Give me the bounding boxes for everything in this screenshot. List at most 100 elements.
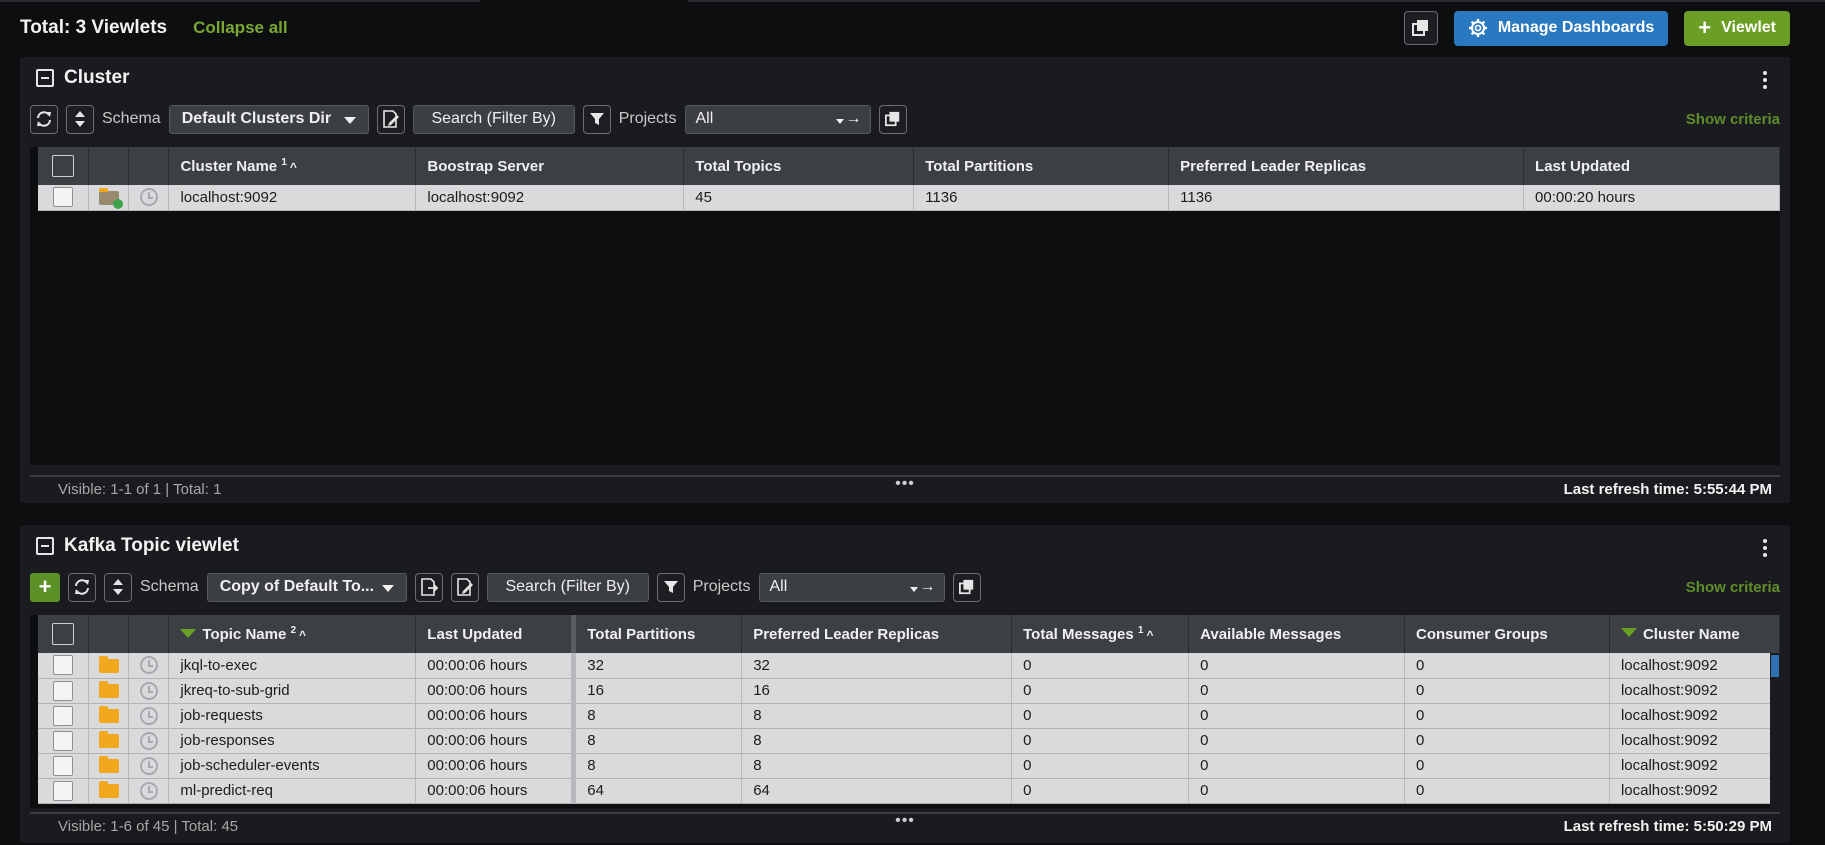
last-refresh-time: Last refresh time: 5:50:29 PM: [1563, 817, 1772, 835]
edit-schema-button[interactable]: [450, 572, 479, 602]
cell-last-updated: 00:00:06 hours: [415, 703, 577, 729]
filter-button[interactable]: [656, 572, 685, 602]
clock-icon: [128, 703, 170, 729]
column-header-preferred-leader-replicas[interactable]: Preferred Leader Replicas: [741, 615, 1013, 653]
schema-select[interactable]: Default Clusters Dir: [168, 104, 369, 134]
row-checkbox[interactable]: [38, 728, 90, 754]
column-header-cluster-name[interactable]: Cluster Name 1 ^: [168, 147, 417, 185]
column-header-cluster-name[interactable]: Cluster Name: [1609, 615, 1780, 653]
more-icon[interactable]: •••: [895, 812, 915, 830]
select-all-checkbox[interactable]: [38, 147, 90, 185]
select-all-checkbox[interactable]: [38, 615, 90, 653]
cell-total-partitions: 8: [573, 703, 743, 729]
copy-viewlet-button[interactable]: [952, 572, 981, 602]
column-header-available-messages[interactable]: Available Messages: [1188, 615, 1406, 653]
column-header-last-updated[interactable]: Last Updated: [415, 615, 577, 653]
cell-cluster-name: localhost:9092: [1609, 703, 1780, 729]
table-row[interactable]: job-responses 00:00:06 hours 8 8 0 0 0 localhos…: [38, 728, 1780, 754]
table-row[interactable]: ml-predict-req 00:00:06 hours 64 64 0 0 0 local…: [38, 778, 1780, 804]
cell-available-messages: 0: [1188, 678, 1406, 704]
cluster-panel-header: Cluster: [36, 67, 129, 89]
search-filter-input[interactable]: Search (Filter By): [486, 572, 649, 602]
column-header-bootstrap-server[interactable]: Boostrap Server: [415, 147, 685, 185]
column-header-topic-name[interactable]: Topic Name 2 ^: [168, 615, 417, 653]
search-filter-input[interactable]: Search (Filter By): [412, 104, 575, 134]
export-button[interactable]: [414, 572, 443, 602]
row-checkbox[interactable]: [38, 653, 90, 679]
panel-menu-icon[interactable]: [1762, 71, 1768, 89]
table-row[interactable]: job-scheduler-events 00:00:06 hours 8 8 0 0 0 l…: [38, 753, 1780, 779]
chevron-down-icon: [343, 116, 356, 124]
show-criteria-link[interactable]: Show criteria: [1686, 579, 1780, 596]
edit-schema-button[interactable]: [376, 104, 405, 134]
refresh-icon: [37, 111, 51, 127]
table-row[interactable]: localhost:9092 localhost:9092 45 1136 11…: [38, 185, 1780, 211]
topic-grid: Topic Name 2 ^ Last Updated Total Partiti…: [30, 615, 1780, 808]
row-checkbox[interactable]: [38, 185, 90, 211]
sort-button[interactable]: [66, 104, 94, 134]
more-icon[interactable]: •••: [895, 475, 915, 493]
projects-value: All: [695, 110, 714, 127]
collapse-panel-icon[interactable]: [36, 69, 54, 87]
cell-total-partitions: 8: [573, 728, 743, 754]
topic-table: Topic Name 2 ^ Last Updated Total Partiti…: [38, 615, 1780, 804]
filter-icon: [663, 581, 678, 593]
refresh-button[interactable]: [30, 104, 58, 134]
folder-icon: [88, 678, 130, 704]
collapse-all-link[interactable]: Collapse all: [193, 18, 287, 38]
clock-column-header: [128, 147, 170, 185]
column-header-total-topics[interactable]: Total Topics: [683, 147, 915, 185]
projects-select[interactable]: All →: [684, 104, 871, 134]
cell-total-partitions: 8: [573, 753, 743, 779]
chevron-down-icon: [909, 586, 918, 592]
cell-preferred-leader-replicas: 64: [741, 778, 1013, 804]
arrow-right-icon[interactable]: →: [846, 110, 862, 128]
projects-label: Projects: [618, 110, 677, 127]
panel-menu-icon[interactable]: [1762, 539, 1768, 557]
row-checkbox[interactable]: [38, 678, 90, 704]
column-header-last-updated[interactable]: Last Updated: [1523, 147, 1780, 185]
cell-available-messages: 0: [1188, 703, 1406, 729]
column-header-total-partitions[interactable]: Total Partitions: [913, 147, 1170, 185]
column-header-total-messages[interactable]: Total Messages 1 ^: [1011, 615, 1190, 653]
table-row[interactable]: job-requests 00:00:06 hours 8 8 0 0 0 localhost…: [38, 703, 1780, 729]
column-header-total-partitions[interactable]: Total Partitions: [573, 615, 743, 653]
add-topic-button[interactable]: +: [30, 572, 60, 602]
row-checkbox[interactable]: [38, 778, 90, 804]
cell-last-updated: 00:00:06 hours: [415, 728, 577, 754]
copy-viewlet-button[interactable]: [878, 104, 907, 134]
sort-button[interactable]: [104, 572, 132, 602]
arrow-right-icon[interactable]: →: [920, 578, 936, 596]
cell-topic-name: job-requests: [168, 703, 417, 729]
refresh-button[interactable]: [68, 572, 96, 602]
manage-dashboards-button[interactable]: Manage Dashboards: [1453, 10, 1669, 46]
folder-icon: [88, 653, 130, 679]
cell-total-partitions: 32: [573, 653, 743, 679]
cell-total-partitions: 16: [573, 678, 743, 704]
scrollbar-thumb[interactable]: [1771, 655, 1779, 677]
collapse-panel-icon[interactable]: [36, 537, 54, 555]
folder-icon: [88, 753, 130, 779]
vertical-scrollbar[interactable]: [1770, 653, 1780, 808]
column-header-preferred-leader-replicas[interactable]: Preferred Leader Replicas: [1168, 147, 1525, 185]
column-header-consumer-groups[interactable]: Consumer Groups: [1404, 615, 1610, 653]
row-checkbox[interactable]: [38, 703, 90, 729]
sort-icon: [75, 111, 85, 127]
clock-column-header: [128, 615, 170, 653]
table-row[interactable]: jkreq-to-sub-grid 00:00:06 hours 16 16 0 0 0 lo…: [38, 678, 1780, 704]
copy-dashboard-button[interactable]: [1403, 11, 1438, 45]
cell-total-messages: 0: [1011, 653, 1190, 679]
add-viewlet-label: Viewlet: [1721, 19, 1776, 36]
projects-select[interactable]: All →: [758, 572, 945, 602]
gear-icon: [1468, 19, 1487, 37]
table-row[interactable]: jkql-to-exec 00:00:06 hours 32 32 0 0 0 localho…: [38, 653, 1780, 679]
row-checkbox[interactable]: [38, 753, 90, 779]
cell-topic-name: job-scheduler-events: [168, 753, 417, 779]
cell-consumer-groups: 0: [1404, 728, 1610, 754]
cell-available-messages: 0: [1188, 778, 1406, 804]
add-viewlet-button[interactable]: + Viewlet: [1684, 10, 1790, 46]
schema-select[interactable]: Copy of Default To...: [206, 572, 407, 602]
filter-button[interactable]: [582, 104, 611, 134]
show-criteria-link[interactable]: Show criteria: [1686, 111, 1780, 128]
cell-last-updated: 00:00:06 hours: [415, 778, 577, 804]
